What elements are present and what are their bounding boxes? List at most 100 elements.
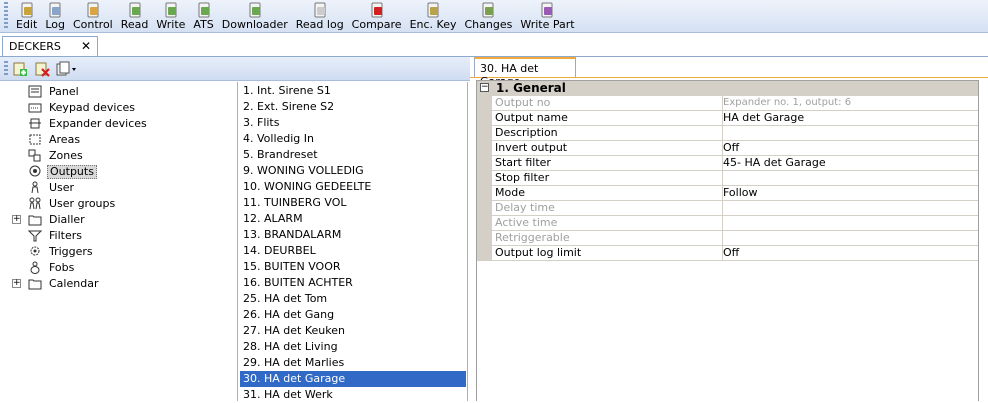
tree-item-panel[interactable]: Panel [0, 84, 236, 100]
list-item[interactable]: 1. Int. Sirene S1 [240, 83, 466, 99]
enc-key-button[interactable]: Enc. Key [406, 0, 461, 32]
property-row[interactable]: Start filter 45- HA det Garage [477, 156, 978, 171]
tree-item-expander-devices[interactable]: Expander devices [0, 116, 236, 132]
config-tree: Panel Keypad devices Expander devices Areas… [0, 82, 238, 401]
property-row[interactable]: Invert output Off [477, 141, 978, 156]
tree-item-calendar[interactable]: + Calendar [0, 276, 236, 292]
copy-dropdown-icon[interactable] [56, 61, 78, 77]
tree-item-filters[interactable]: Filters [0, 228, 236, 244]
list-item[interactable]: 29. HA det Marlies [240, 355, 466, 371]
tree-item-dialler[interactable]: + Dialler [0, 212, 236, 228]
keypad-icon [28, 101, 42, 114]
downloader-button[interactable]: Downloader [218, 0, 292, 32]
ats-button[interactable]: ATS [189, 0, 217, 32]
tree-item-label: Panel [49, 85, 79, 98]
toolbar-button-label: Enc. Key [409, 18, 457, 31]
list-item[interactable]: 2. Ext. Sirene S2 [240, 99, 466, 115]
property-gutter [477, 96, 492, 111]
tab-properties[interactable]: 30. HA det Garage [474, 57, 576, 88]
list-item[interactable]: 12. ALARM [240, 211, 466, 227]
list-item[interactable]: 3. Flits [240, 115, 466, 131]
list-item[interactable]: 14. DEURBEL [240, 243, 466, 259]
tree-item-zones[interactable]: Zones [0, 148, 236, 164]
property-value [723, 231, 978, 246]
document-tab-label: DECKERS [9, 40, 61, 53]
changes-button[interactable]: Changes [460, 0, 516, 32]
property-value [723, 216, 978, 231]
property-value [723, 201, 978, 216]
property-value[interactable]: HA det Garage [723, 111, 978, 126]
write-part-button[interactable]: Write Part [516, 0, 578, 32]
property-name: Retriggerable [492, 231, 723, 246]
property-value[interactable]: Follow [723, 186, 978, 201]
read-log-button[interactable]: Read log [292, 0, 348, 32]
list-item[interactable]: 10. WONING GEDEELTE [240, 179, 466, 195]
property-value[interactable]: 45- HA det Garage [723, 156, 978, 171]
list-item[interactable]: 15. BUITEN VOOR [240, 259, 466, 275]
expand-icon[interactable]: + [12, 279, 21, 288]
list-item[interactable]: 27. HA det Keuken [240, 323, 466, 339]
list-item[interactable]: 25. HA det Tom [240, 291, 466, 307]
list-item[interactable]: 26. HA det Gang [240, 307, 466, 323]
panel-icon [28, 85, 42, 98]
document-tab-deckers[interactable]: DECKERS ✕ [2, 36, 98, 56]
property-name: Output no [492, 96, 723, 111]
list-item[interactable]: 4. Volledig In [240, 131, 466, 147]
tree-item-label: Zones [49, 149, 83, 162]
tree-item-triggers[interactable]: Triggers [0, 244, 236, 260]
fob-icon [28, 261, 42, 274]
property-row[interactable]: Description [477, 126, 978, 141]
tree-item-outputs[interactable]: Outputs [0, 164, 236, 180]
list-item[interactable]: 16. BUITEN ACHTER [240, 275, 466, 291]
list-item[interactable]: 13. BRANDALARM [240, 227, 466, 243]
user-icon [28, 181, 42, 194]
category-title: 1. General [496, 81, 566, 95]
list-item[interactable]: 11. TUINBERG VOL [240, 195, 466, 211]
property-value[interactable] [723, 171, 978, 186]
list-item[interactable]: 9. WONING VOLLEDIG [240, 163, 466, 179]
property-value[interactable]: Off [723, 141, 978, 156]
downloader-icon [247, 2, 263, 18]
log-button[interactable]: Log [41, 0, 69, 32]
add-icon[interactable] [12, 61, 28, 77]
tree-item-label: Triggers [49, 245, 93, 258]
property-row[interactable]: Mode Follow [477, 186, 978, 201]
user-groups-icon [28, 197, 42, 210]
toolbar-grip[interactable] [4, 60, 8, 77]
property-row: Active time [477, 216, 978, 231]
tree-item-fobs[interactable]: Fobs [0, 260, 236, 276]
property-row: Retriggerable [477, 231, 978, 246]
delete-icon[interactable] [34, 61, 50, 77]
toolbar-button-label: Edit [16, 18, 38, 31]
read-icon [127, 2, 143, 18]
list-item[interactable]: 5. Brandreset [240, 147, 466, 163]
toolbar-button-label: Control [72, 18, 113, 31]
close-icon[interactable]: ✕ [81, 39, 91, 53]
control-button[interactable]: Control [69, 0, 117, 32]
category-header[interactable]: − 1. General [477, 81, 978, 96]
tree-item-areas[interactable]: Areas [0, 132, 236, 148]
toolbar-button-label: Log [45, 18, 65, 31]
compare-button[interactable]: Compare [348, 0, 406, 32]
toolbar-grip[interactable] [4, 2, 8, 30]
tree-item-user-groups[interactable]: User groups [0, 196, 236, 212]
collapse-icon[interactable]: − [480, 83, 489, 92]
property-row: Output no Expander no. 1, output: 6 [477, 96, 978, 111]
property-row[interactable]: Output name HA det Garage [477, 111, 978, 126]
tree-item-user[interactable]: User [0, 180, 236, 196]
areas-icon [28, 133, 42, 146]
read-button[interactable]: Read [117, 0, 153, 32]
list-item[interactable]: 28. HA det Living [240, 339, 466, 355]
property-row[interactable]: Output log limit Off [477, 246, 978, 261]
property-value[interactable] [723, 126, 978, 141]
edit-button[interactable]: Edit [12, 0, 41, 32]
write-button[interactable]: Write [152, 0, 189, 32]
toolbar-button-label: Changes [464, 18, 513, 31]
tree-item-label: User groups [49, 197, 116, 210]
property-value[interactable]: Off [723, 246, 978, 261]
tree-item-keypad-devices[interactable]: Keypad devices [0, 100, 236, 116]
changes-icon [480, 2, 496, 18]
list-item[interactable]: 30. HA det Garage [240, 371, 466, 387]
expand-icon[interactable]: + [12, 215, 21, 224]
property-row[interactable]: Stop filter [477, 171, 978, 186]
